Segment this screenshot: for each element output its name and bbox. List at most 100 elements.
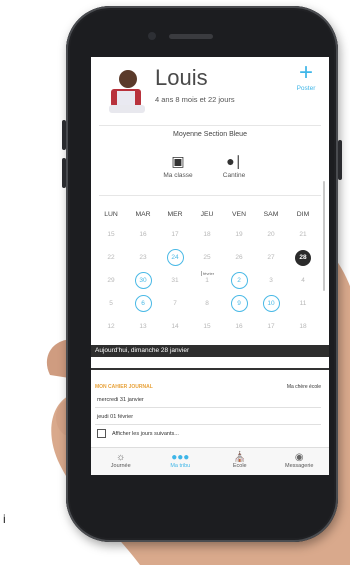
quick-link-canteen[interactable]: ●∣ Cantine <box>209 153 259 179</box>
calendar-day-number: 18 <box>299 323 307 330</box>
weekday-label: SAM <box>263 211 279 218</box>
calendar-day[interactable]: 16 <box>127 223 159 246</box>
calendar-day[interactable]: 2 <box>223 269 255 292</box>
calendar-day-number: 18 <box>203 231 211 238</box>
calendar-day[interactable]: 22 <box>95 246 127 269</box>
calendar-day[interactable]: 18 <box>287 315 319 338</box>
cutlery-icon: ●∣ <box>226 153 242 169</box>
volume-button <box>62 158 66 188</box>
calendar-day[interactable]: 4 <box>287 269 319 292</box>
volume-button <box>62 120 66 150</box>
tab-ecole[interactable]: ⛪ Ecole <box>210 448 270 475</box>
tab-label: Journée <box>110 463 131 469</box>
calendar-day[interactable]: 30 <box>127 269 159 292</box>
child-age: 4 ans 8 mois et 22 jours <box>155 95 235 104</box>
calendar-day-today[interactable]: 28 <box>287 246 319 269</box>
quick-link-label: Ma classe <box>163 172 193 179</box>
calendar-day[interactable]: 13 <box>127 315 159 338</box>
calendar-week: 15 16 17 18 19 20 21 <box>95 223 319 246</box>
calendar-day[interactable]: 14 <box>159 315 191 338</box>
calendar-day[interactable]: 12 <box>95 315 127 338</box>
weekday-label: DIM <box>296 211 310 218</box>
calendar-day-number: 3 <box>269 277 273 284</box>
tab-journee[interactable]: ☼ Journée <box>91 448 151 475</box>
calendar-day[interactable]: 11 <box>287 292 319 315</box>
calendar-day[interactable]: 26 <box>223 246 255 269</box>
calendar-day[interactable]: 7 <box>159 292 191 315</box>
calendar-day[interactable]: 24 <box>159 246 191 269</box>
calendar-day-number: 16 <box>139 231 147 238</box>
calendar-day-number: 28 <box>295 249 311 266</box>
calendar-day[interactable]: 8 <box>191 292 223 315</box>
calendar-day-number: 31 <box>171 277 179 284</box>
plus-icon: + <box>298 59 313 86</box>
calendar-day[interactable]: 29 <box>95 269 127 292</box>
calendar-day-number: 19 <box>235 231 243 238</box>
calendar-day[interactable]: 9 <box>223 292 255 315</box>
post-button[interactable]: + Poster <box>291 59 321 93</box>
calendar-day[interactable]: 23 <box>127 246 159 269</box>
calendar-day-number: 22 <box>107 254 115 261</box>
tab-label: Ma tribu <box>170 463 191 469</box>
journal-item[interactable]: jeudi 01 février <box>95 411 321 425</box>
child-name: Louis <box>155 65 208 90</box>
calendar-day-number: 17 <box>267 323 275 330</box>
calendar-week: 5 6 7 8 9 10 11 <box>95 292 319 315</box>
calendar-day-note: février <box>201 271 215 276</box>
calendar-day[interactable]: 15 <box>191 315 223 338</box>
calendar-day-number: 4 <box>301 277 305 284</box>
calendar-icon <box>97 429 106 439</box>
quick-link-label: Cantine <box>222 172 246 179</box>
calendar-day-number: 9 <box>230 295 248 312</box>
calendar-day-number: 25 <box>203 254 211 261</box>
tab-messagerie[interactable]: ◉ Messagerie <box>270 448 330 475</box>
calendar-day-number: 29 <box>107 277 115 284</box>
calendar-day[interactable]: 16 <box>223 315 255 338</box>
calendar-grid: 15 16 17 18 19 20 21 22 23 24 25 26 27 28 29 30 31 1 févri… <box>95 223 319 338</box>
calendar-day[interactable]: 19 <box>223 223 255 246</box>
calendar-day-number: 11 <box>299 300 307 307</box>
calendar-day[interactable]: 20 <box>255 223 287 246</box>
journal-school-link[interactable]: Ma chère école <box>287 384 321 390</box>
calendar-day[interactable]: 10 <box>255 292 287 315</box>
calendar-day[interactable]: 27 <box>255 246 287 269</box>
calendar-day-number: 23 <box>139 254 147 261</box>
calendar-day-number: 14 <box>171 323 179 330</box>
tab-label: Messagerie <box>285 463 314 469</box>
power-button <box>338 140 342 180</box>
scrollbar[interactable] <box>323 181 325 291</box>
calendar-day[interactable]: 17 <box>159 223 191 246</box>
calendar-day[interactable]: 6 <box>127 292 159 315</box>
class-name: Moyenne Section Bleue <box>173 131 247 138</box>
calendar-day-number: 27 <box>267 254 275 261</box>
calendar-day[interactable]: 18 <box>191 223 223 246</box>
stray-character: i <box>3 512 6 526</box>
calendar-day[interactable]: 21 <box>287 223 319 246</box>
tab-label: Ecole <box>232 463 247 469</box>
journal-item[interactable]: mercredi 31 janvier <box>95 394 321 408</box>
weekday-label: LUN <box>104 211 118 218</box>
sun-icon: ☼ <box>116 452 126 463</box>
calendar-day[interactable]: 15 <box>95 223 127 246</box>
calendar-day[interactable]: 17 <box>255 315 287 338</box>
tab-ma-tribu[interactable]: ●●● Ma tribu <box>151 448 211 475</box>
calendar-day[interactable]: 1 février <box>191 269 223 292</box>
calendar-day[interactable]: 5 <box>95 292 127 315</box>
journal-title: MON CAHIER JOURNAL <box>95 384 153 390</box>
earpiece-speaker <box>169 34 213 39</box>
calendar-day-number: 24 <box>166 249 184 266</box>
calendar-day[interactable]: 3 <box>255 269 287 292</box>
weekday-label: JEU <box>200 211 214 218</box>
calendar-day[interactable]: 25 <box>191 246 223 269</box>
calendar-day-number: 20 <box>267 231 275 238</box>
calendar-day-number: 15 <box>107 231 115 238</box>
quick-link-classroom[interactable]: ▣ Ma classe <box>153 153 203 179</box>
calendar-week: 12 13 14 15 16 17 18 <box>95 315 319 338</box>
calendar-day-number: 1 <box>205 277 209 284</box>
calendar-day-number: 15 <box>203 323 211 330</box>
calendar-day-number: 21 <box>299 231 307 238</box>
calendar-day[interactable]: 31 <box>159 269 191 292</box>
show-more-days[interactable]: Afficher les jours suivants... <box>95 428 321 441</box>
calendar-day-number: 8 <box>205 300 209 307</box>
child-avatar[interactable] <box>103 67 149 117</box>
